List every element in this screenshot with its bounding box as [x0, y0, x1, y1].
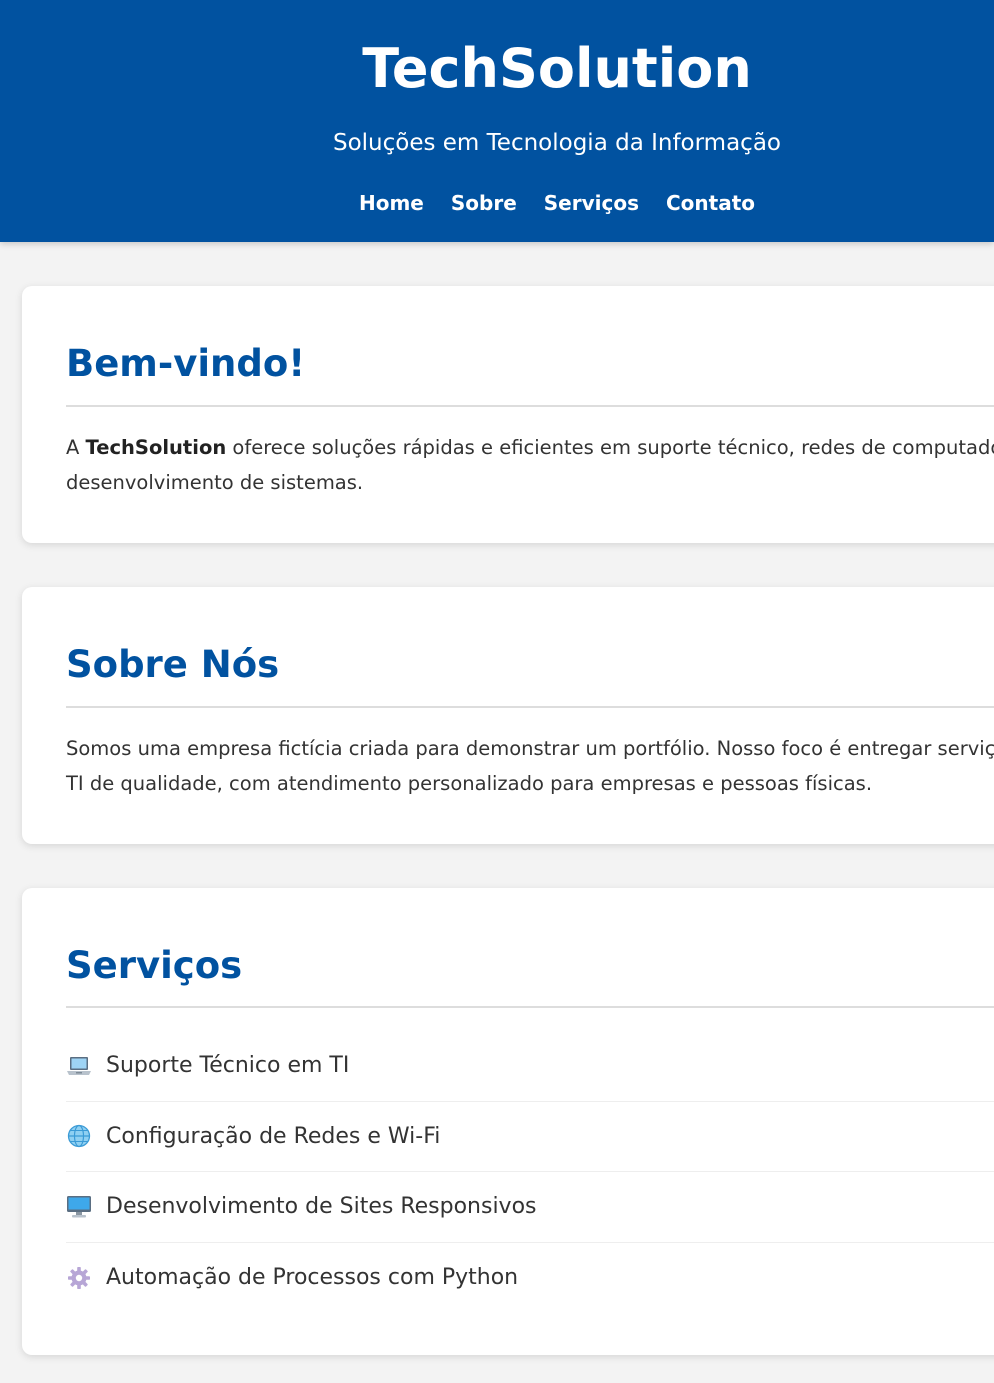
- nav-link-home[interactable]: Home: [359, 186, 424, 220]
- about-title: Sobre Nós: [66, 643, 280, 686]
- about-section: Sobre Nós Somos uma empresa fictícia cri…: [22, 587, 994, 844]
- site-tagline: Soluções em Tecnologia da Informação: [332, 130, 781, 156]
- nav-link-sobre[interactable]: Sobre: [451, 186, 517, 220]
- welcome-brand: TechSolution: [85, 436, 227, 459]
- service-label: Desenvolvimento de Sites Responsivos: [106, 1194, 537, 1220]
- service-label: Suporte Técnico em TI: [106, 1053, 350, 1079]
- service-item: Automação de Processos com Python: [66, 1243, 994, 1314]
- gear-icon: [66, 1265, 92, 1291]
- site-title: TechSolution: [362, 37, 752, 100]
- desktop-computer-icon: [66, 1194, 92, 1220]
- main-nav: Home Sobre Serviços Contato: [60, 186, 994, 220]
- services-title: Serviços: [66, 944, 243, 987]
- welcome-text-prefix: A: [66, 436, 86, 459]
- globe-icon: [66, 1123, 92, 1149]
- section-divider: [66, 405, 994, 407]
- service-label: Configuração de Redes e Wi-Fi: [106, 1123, 441, 1149]
- service-item: Suporte Técnico em TI: [66, 1031, 994, 1102]
- site-header: TechSolution Soluções em Tecnologia da I…: [0, 0, 994, 242]
- laptop-icon: [66, 1053, 92, 1079]
- nav-link-contato[interactable]: Contato: [666, 186, 755, 220]
- welcome-section: Bem-vindo! A TechSolution oferece soluçõ…: [22, 286, 994, 543]
- nav-link-servicos[interactable]: Serviços: [544, 186, 639, 220]
- welcome-text-line2: desenvolvimento de sistemas.: [66, 471, 364, 494]
- section-divider: [66, 706, 994, 708]
- service-label: Automação de Processos com Python: [106, 1265, 519, 1291]
- about-text-line2: TI de qualidade, com atendimento persona…: [66, 772, 873, 795]
- welcome-title: Bem-vindo!: [66, 342, 306, 385]
- welcome-text-line1: A TechSolution oferece soluções rápidas …: [66, 430, 994, 465]
- about-text-line1: Somos uma empresa fictícia criada para d…: [66, 737, 994, 760]
- welcome-text-rest: oferece soluções rápidas e eficientes em…: [226, 436, 994, 459]
- service-item: Desenvolvimento de Sites Responsivos: [66, 1172, 994, 1243]
- section-divider: [66, 1006, 994, 1008]
- service-item: Configuração de Redes e Wi-Fi: [66, 1102, 994, 1172]
- services-list: Suporte Técnico em TI Configuração de Re…: [66, 1031, 994, 1313]
